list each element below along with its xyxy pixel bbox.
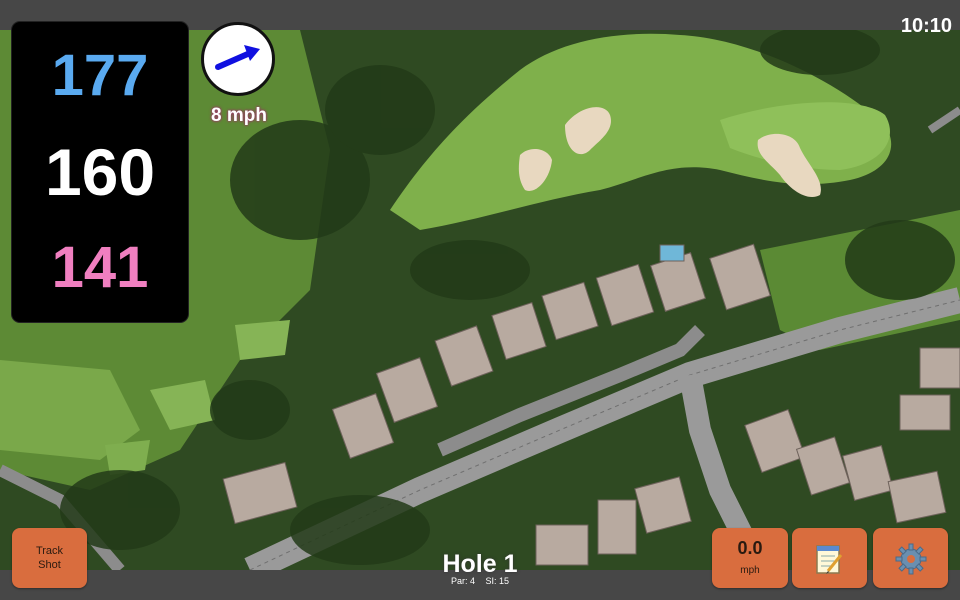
wind-direction-indicator xyxy=(201,22,275,96)
hole-info: Par: 4 SI: 15 xyxy=(380,576,580,586)
golf-gps-screen: 10:10 177 160 141 8 mph Track Shot Hole … xyxy=(0,0,960,600)
hole-par: Par: 4 xyxy=(450,576,475,586)
hole-stroke-index: SI: 15 xyxy=(485,576,510,586)
clock-time: 10:10 xyxy=(900,15,952,37)
wind-speed: 8 mph xyxy=(211,105,267,126)
notes-button[interactable] xyxy=(792,528,867,588)
hole-title: Hole 1 xyxy=(442,550,518,578)
shot-distance-value: 0.0 xyxy=(737,538,763,558)
track-shot-label-line1: Track xyxy=(35,545,64,557)
center-distance: 160 xyxy=(44,135,156,209)
back-distance: 141 xyxy=(51,235,149,300)
settings-button[interactable] xyxy=(873,528,948,588)
front-distance: 177 xyxy=(51,43,149,108)
notepad-icon xyxy=(816,545,843,574)
arrow-northeast-icon xyxy=(215,45,260,70)
shot-distance-button[interactable]: 0.0 mph xyxy=(712,528,788,588)
gear-icon xyxy=(895,543,927,575)
distance-panel: 177 160 141 xyxy=(12,22,188,322)
track-shot-button[interactable]: Track Shot xyxy=(12,528,87,588)
track-shot-label-line2: Shot xyxy=(38,559,61,571)
shot-distance-unit: mph xyxy=(740,565,760,576)
